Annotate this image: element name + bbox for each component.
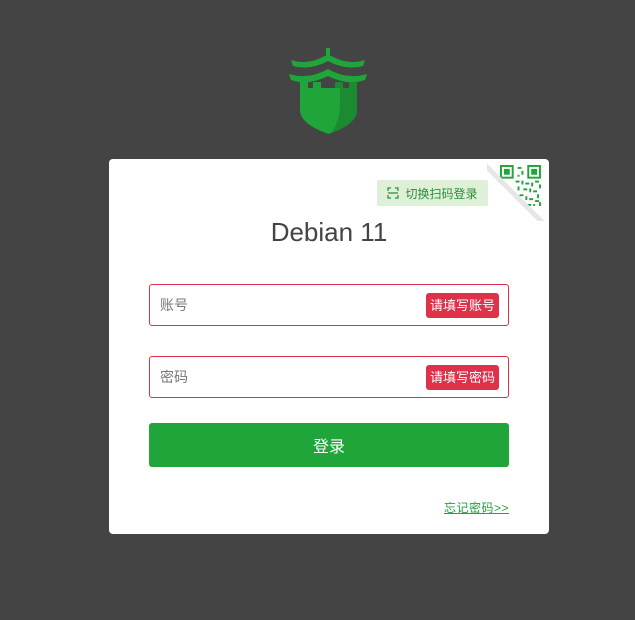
forgot-password-link[interactable]: 忘记密码>> [444,499,509,516]
qr-code-icon[interactable] [487,159,549,221]
password-error-tip: 请填写密码 [425,365,499,390]
switch-qr-login-button[interactable]: 切换扫码登录 [377,180,488,206]
login-button[interactable]: 登录 [149,423,509,467]
page-title: Debian 11 [270,217,388,247]
switch-qr-login-label: 切换扫码登录 [405,186,478,201]
username-field-wrapper: 请填写账号 [149,284,509,326]
password-field-wrapper: 请填写密码 [149,356,509,398]
castle-shield-logo-icon [289,48,367,134]
username-error-tip: 请填写账号 [425,293,499,318]
login-card: 切换扫码登录 Debian 11 请填写账号 [109,159,549,534]
scan-icon [387,187,400,199]
login-page: { "page": {"background_color": "#444444"… [0,0,635,620]
